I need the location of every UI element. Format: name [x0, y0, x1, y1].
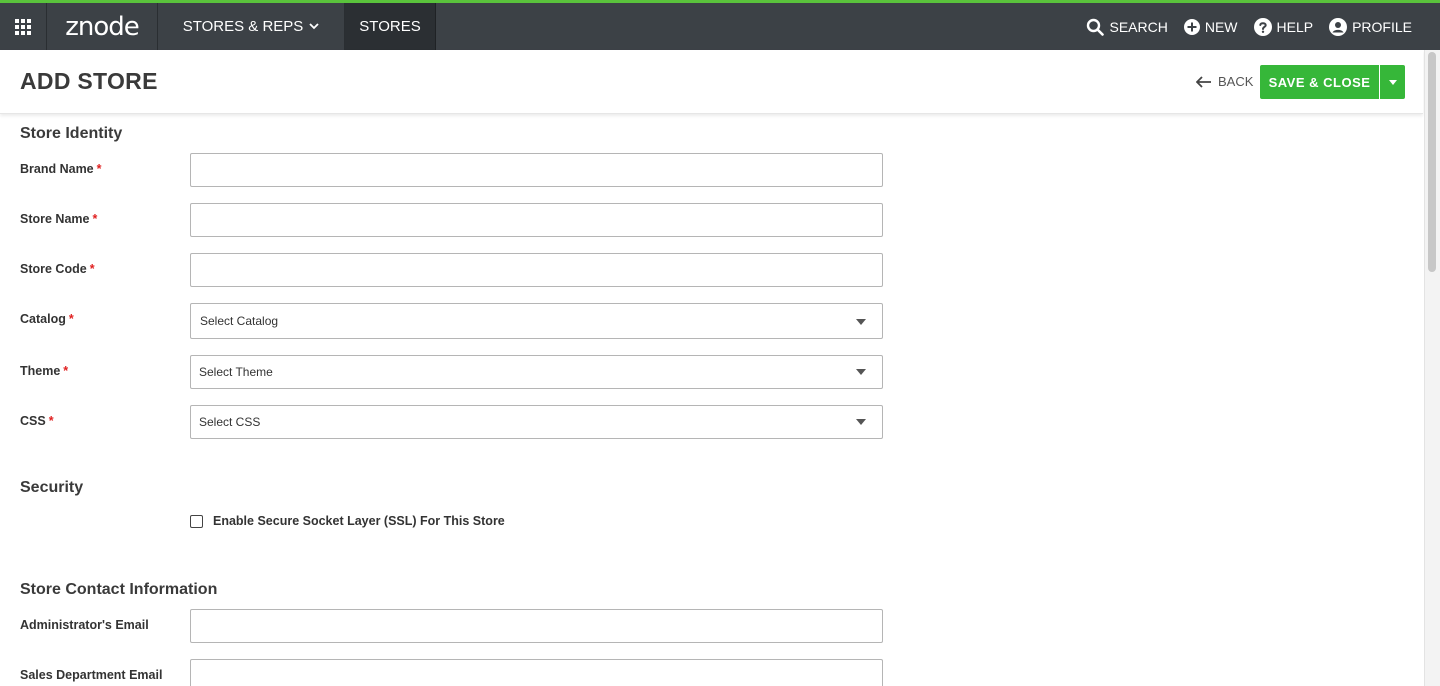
brand-name-label: Brand Name * — [20, 162, 102, 176]
caret-down-icon — [1388, 79, 1397, 85]
search-label: SEARCH — [1109, 18, 1168, 35]
help-circle-icon — [1253, 17, 1272, 36]
profile-button[interactable]: PROFILE — [1329, 17, 1412, 36]
css-select-value: Select CSS — [199, 415, 261, 429]
admin-email-label: Administrator's Email — [20, 618, 149, 632]
chevron-down-icon — [309, 23, 319, 30]
page-header: ADD STORE BACK SAVE & CLOSE — [0, 50, 1423, 114]
store-name-input[interactable] — [190, 203, 883, 237]
new-label: NEW — [1204, 18, 1238, 35]
profile-label: PROFILE — [1352, 18, 1412, 35]
css-label-text: CSS — [20, 414, 46, 428]
brand-name-label-text: Brand Name — [20, 162, 94, 176]
sales-email-label: Sales Department Email — [20, 668, 163, 682]
store-code-label: Store Code * — [20, 262, 95, 276]
catalog-select-value: Select Catalog — [200, 314, 279, 328]
required-marker: * — [96, 162, 102, 176]
nav-stores-tab[interactable]: STORES — [345, 3, 436, 50]
page-title: ADD STORE — [20, 68, 158, 94]
css-select[interactable]: Select CSS — [190, 405, 883, 439]
store-code-label-text: Store Code — [20, 262, 87, 276]
help-label: HELP — [1276, 18, 1314, 35]
nav-stores-reps-dropdown[interactable]: STORES & REPS — [158, 3, 345, 50]
arrow-left-icon — [1196, 75, 1211, 88]
scrollbar-thumb[interactable] — [1428, 52, 1436, 272]
ssl-checkbox-label[interactable]: Enable Secure Socket Layer (SSL) For Thi… — [213, 514, 505, 528]
ssl-checkbox[interactable] — [190, 514, 203, 528]
required-marker: * — [48, 414, 54, 428]
catalog-select[interactable]: Select Catalog — [190, 303, 883, 339]
search-button[interactable]: SEARCH — [1086, 18, 1168, 36]
dropdown-arrow-icon — [856, 419, 866, 425]
nav-stores-reps-label: STORES & REPS — [182, 18, 304, 35]
nav-stores-label: STORES — [359, 18, 421, 35]
apps-menu-button[interactable] — [0, 3, 47, 50]
required-marker: * — [68, 312, 74, 326]
back-button[interactable]: BACK — [1196, 74, 1253, 89]
plus-circle-icon — [1183, 18, 1200, 35]
top-navbar: znode STORES & REPS STORES SEARCH NEW HE… — [0, 0, 1440, 50]
right-nav: SEARCH NEW HELP PROFILE — [1086, 3, 1412, 50]
catalog-label-text: Catalog — [20, 312, 66, 326]
theme-select-value: Select Theme — [199, 365, 273, 379]
store-code-input[interactable] — [190, 253, 883, 287]
dropdown-arrow-icon — [856, 319, 866, 325]
required-marker: * — [63, 364, 69, 378]
logo-text: znode — [65, 11, 140, 42]
search-icon — [1087, 18, 1105, 36]
back-label: BACK — [1218, 74, 1254, 89]
store-name-label-text: Store Name — [20, 212, 90, 226]
help-button[interactable]: HELP — [1253, 17, 1314, 36]
grid-icon — [15, 18, 31, 35]
css-label: CSS * — [20, 414, 54, 428]
theme-label: Theme * — [20, 364, 68, 378]
section-store-contact: Store Contact Information — [20, 581, 218, 598]
brand-name-input[interactable] — [190, 153, 883, 187]
theme-select[interactable]: Select Theme — [190, 355, 883, 389]
admin-email-input[interactable] — [190, 609, 883, 643]
store-name-label: Store Name * — [20, 212, 97, 226]
sales-email-input[interactable] — [190, 659, 883, 686]
theme-label-text: Theme — [20, 364, 61, 378]
required-marker: * — [89, 262, 95, 276]
save-options-dropdown[interactable] — [1380, 65, 1405, 99]
section-store-identity: Store Identity — [20, 125, 123, 142]
user-circle-icon — [1329, 17, 1348, 36]
required-marker: * — [92, 212, 98, 226]
new-button[interactable]: NEW — [1183, 18, 1238, 35]
section-security: Security — [20, 479, 84, 496]
ssl-checkbox-row[interactable]: Enable Secure Socket Layer (SSL) For Thi… — [190, 514, 505, 528]
catalog-label: Catalog * — [20, 312, 74, 326]
save-close-button[interactable]: SAVE & CLOSE — [1260, 65, 1379, 99]
znode-logo[interactable]: znode — [47, 3, 158, 50]
dropdown-arrow-icon — [856, 369, 866, 375]
